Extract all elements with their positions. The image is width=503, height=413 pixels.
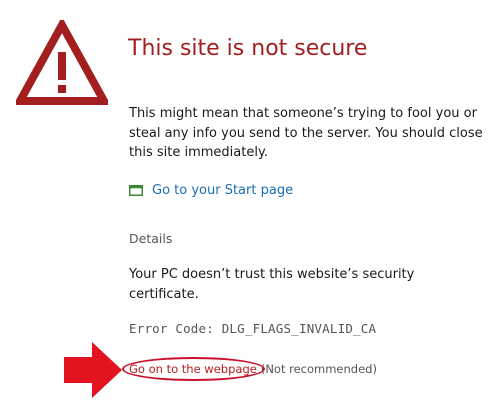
- error-code: Error Code: DLG_FLAGS_INVALID_CA: [129, 321, 377, 336]
- page-title: This site is not secure: [128, 36, 368, 61]
- start-page-link-label: Go to your Start page: [152, 182, 294, 198]
- proceed-row: Go on to the webpage (Not recommended): [122, 357, 377, 381]
- red-arrow-icon: [64, 342, 122, 398]
- not-recommended-note: (Not recommended): [260, 362, 377, 376]
- security-warning-page: { "page": { "icon": "warning-triangle-ic…: [0, 0, 503, 413]
- start-page-link[interactable]: Go to your Start page: [129, 180, 293, 200]
- warning-triangle-icon: [16, 20, 108, 105]
- warning-message: This might mean that someone’s trying to…: [129, 106, 483, 160]
- window-icon: [129, 184, 143, 196]
- proceed-link-label: Go on to the webpage: [129, 362, 257, 376]
- certificate-message: Your PC doesn’t trust this website’s sec…: [129, 267, 415, 302]
- details-heading: Details: [129, 231, 173, 246]
- proceed-to-webpage-link[interactable]: Go on to the webpage: [122, 357, 265, 381]
